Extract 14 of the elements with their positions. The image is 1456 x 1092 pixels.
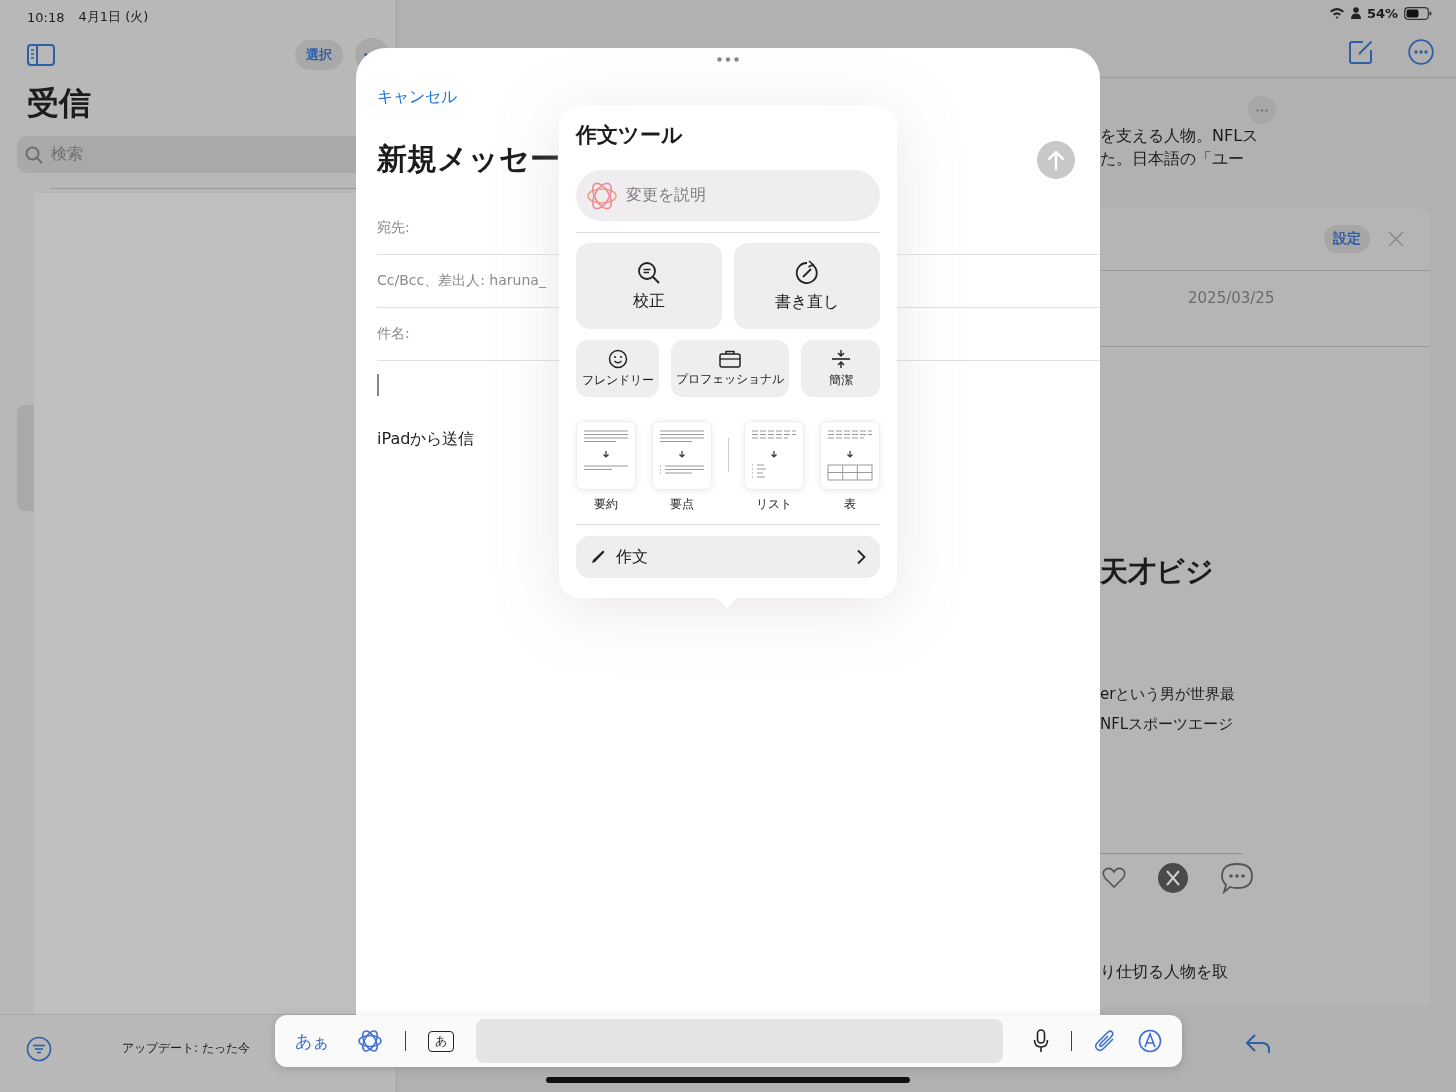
article-heading: 天才ビジ	[1100, 554, 1215, 590]
status-date: 4月1日 (火)	[78, 8, 149, 26]
popover-title: 作文ツール	[576, 122, 684, 149]
article-text: NFLスポーツエージ	[1100, 714, 1235, 735]
message-text: た。日本語の「ユー	[1100, 148, 1245, 170]
update-status: アップデート: たった今	[122, 1040, 250, 1057]
article-text: erという男が世界最	[1100, 684, 1237, 705]
signature-text: iPadから送信	[377, 429, 476, 450]
mailbox-title: 受信	[27, 83, 91, 124]
article-text: り仕切る人物を取	[1100, 962, 1229, 983]
message-date: 2025/03/25	[1188, 289, 1275, 307]
battery-percent: 54%	[1366, 5, 1398, 21]
message-text: を支える人物。NFLス	[1100, 125, 1260, 147]
status-time: 10:18	[27, 9, 65, 25]
